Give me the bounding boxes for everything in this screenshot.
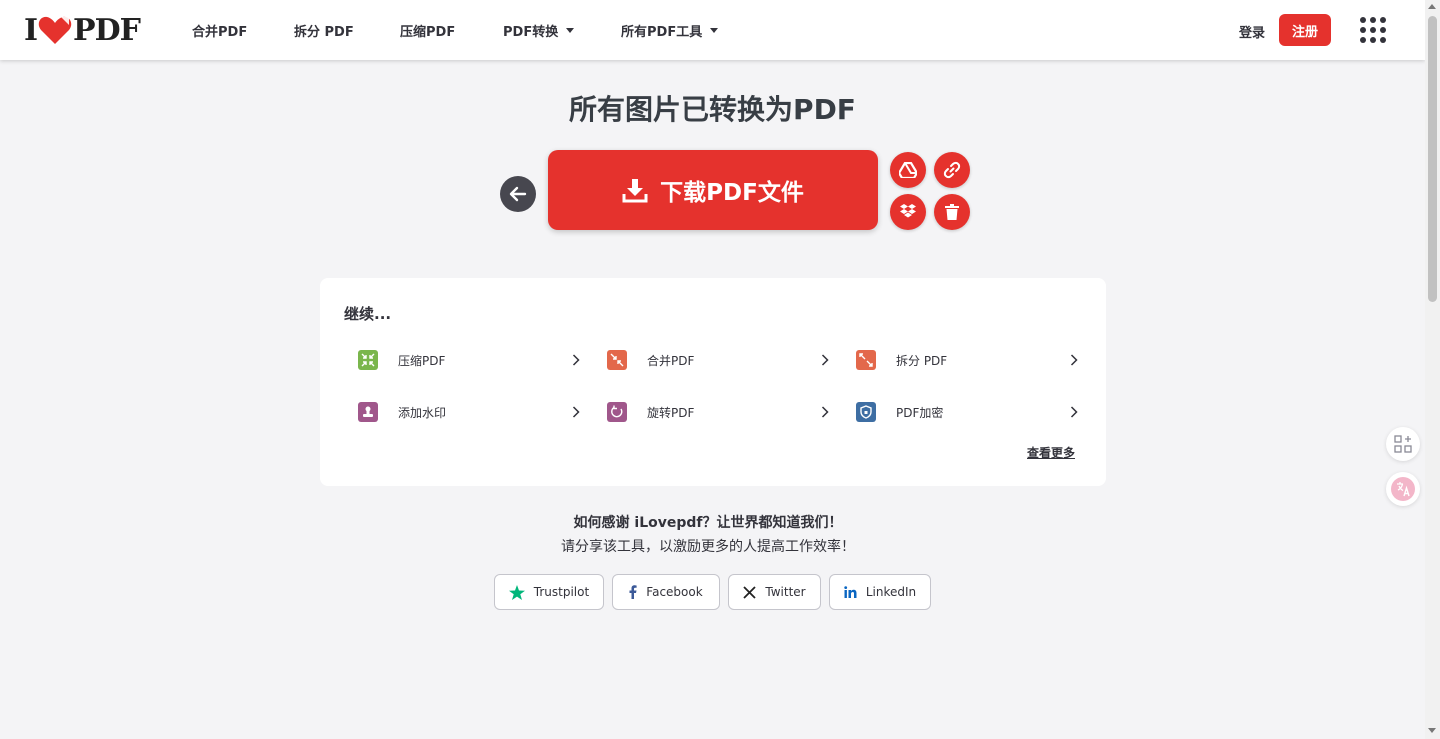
thanks-subtitle: 请分享该工具，以激励更多的人提高工作效率！ <box>561 539 855 555</box>
thanks-heading: 如何感谢 iLovepdf？让世界都知道我们！ <box>573 515 843 531</box>
download-pdf-button[interactable]: 下载PDF文件 <box>548 150 878 230</box>
see-more-link[interactable]: 查看更多 <box>1027 444 1075 461</box>
tool-protect-pdf[interactable]: PDF加密 <box>846 392 1086 432</box>
delete-file-button[interactable] <box>934 194 970 230</box>
share-label: Facebook <box>646 585 703 599</box>
grid-icon[interactable] <box>1360 17 1386 43</box>
caret-down-icon <box>710 27 719 33</box>
continue-title: 继续... <box>344 305 392 323</box>
dropbox-icon <box>900 204 916 218</box>
share-linkedin-button[interactable]: LinkedIn <box>829 574 931 610</box>
scroll-up-icon[interactable] <box>1428 4 1436 9</box>
chevron-right-icon <box>572 354 580 366</box>
tool-label: PDF加密 <box>896 405 944 420</box>
share-facebook-button[interactable]: Facebook <box>612 574 720 610</box>
share-label: LinkedIn <box>865 585 917 599</box>
register-button[interactable]: 注册 <box>1279 14 1331 46</box>
share-label: Twitter <box>765 585 806 599</box>
nav-convert-pdf[interactable]: PDF转换 <box>503 21 621 40</box>
copy-link-button[interactable] <box>934 152 970 188</box>
chevron-right-icon <box>1070 354 1078 366</box>
rotate-icon <box>607 402 627 422</box>
nav-all-tools[interactable]: 所有PDF工具 <box>621 21 719 40</box>
google-drive-icon <box>899 162 917 178</box>
nav-label: 压缩PDF <box>400 24 456 40</box>
tool-add-watermark[interactable]: 添加水印 <box>348 392 588 432</box>
translate-button[interactable] <box>1386 472 1420 506</box>
save-to-drive-button[interactable] <box>890 152 926 188</box>
shield-icon <box>856 402 876 422</box>
chevron-right-icon <box>572 406 580 418</box>
tool-label: 旋转PDF <box>647 405 695 420</box>
tool-merge-pdf[interactable]: 合并PDF <box>597 340 837 380</box>
save-to-dropbox-button[interactable] <box>890 194 926 230</box>
merge-icon <box>607 350 627 370</box>
linkedin-icon <box>844 586 857 598</box>
download-label: 下载PDF文件 <box>660 180 804 206</box>
caret-down-icon <box>566 27 575 33</box>
nav-label: 所有PDF工具 <box>621 24 703 40</box>
page-scrollbar[interactable] <box>1425 0 1440 739</box>
x-icon <box>743 585 757 599</box>
tool-label: 合并PDF <box>647 353 695 368</box>
nav-label: 合并PDF <box>192 24 248 40</box>
share-twitter-button[interactable]: Twitter <box>728 574 821 610</box>
add-app-icon <box>1394 435 1412 453</box>
nav-label: 拆分 PDF <box>294 24 354 40</box>
chevron-right-icon <box>821 406 829 418</box>
nav-split-pdf[interactable]: 拆分 PDF <box>294 21 400 40</box>
share-label: Trustpilot <box>533 585 590 599</box>
download-icon <box>622 179 648 203</box>
translate-icon <box>1391 477 1415 501</box>
main-nav: 合并PDF 拆分 PDF 压缩PDF PDF转换 所有PDF工具 <box>192 0 719 60</box>
add-app-button[interactable] <box>1386 427 1420 461</box>
nav-label: PDF转换 <box>503 24 559 40</box>
tool-split-pdf[interactable]: 拆分 PDF <box>846 340 1086 380</box>
chevron-right-icon <box>1070 406 1078 418</box>
link-icon <box>943 161 961 179</box>
back-button[interactable] <box>500 176 536 212</box>
chevron-right-icon <box>821 354 829 366</box>
tool-rotate-pdf[interactable]: 旋转PDF <box>597 392 837 432</box>
tool-label: 压缩PDF <box>398 353 446 368</box>
share-trustpilot-button[interactable]: Trustpilot <box>494 574 604 610</box>
tool-compress-pdf[interactable]: 压缩PDF <box>348 340 588 380</box>
compress-icon <box>358 350 378 370</box>
facebook-icon <box>629 585 637 599</box>
logo-text-i: I <box>24 12 38 48</box>
split-icon <box>856 350 876 370</box>
watermark-icon <box>358 402 378 422</box>
heart-logo-icon <box>38 16 72 44</box>
nav-compress-pdf[interactable]: 压缩PDF <box>400 21 503 40</box>
star-icon <box>508 584 525 600</box>
tool-label: 拆分 PDF <box>896 353 948 368</box>
top-header: I PDF 合并PDF 拆分 PDF 压缩PDF PDF转换 所有PDF工具 登… <box>0 0 1425 60</box>
ilovepdf-logo[interactable]: I PDF <box>24 12 141 48</box>
scroll-down-icon[interactable] <box>1428 728 1436 733</box>
login-link[interactable]: 登录 <box>1239 22 1265 41</box>
trash-icon <box>945 204 959 220</box>
continue-card: 继续... 压缩PDF 合并PDF 拆分 PDF 添加水印 旋转PDF PDF加… <box>320 278 1106 486</box>
nav-merge-pdf[interactable]: 合并PDF <box>192 21 294 40</box>
arrow-left-icon <box>509 186 527 202</box>
page-title: 所有图片已转换为PDF <box>569 93 856 126</box>
logo-text-pdf: PDF <box>73 12 141 48</box>
scroll-thumb[interactable] <box>1428 16 1437 302</box>
tool-label: 添加水印 <box>398 405 447 420</box>
